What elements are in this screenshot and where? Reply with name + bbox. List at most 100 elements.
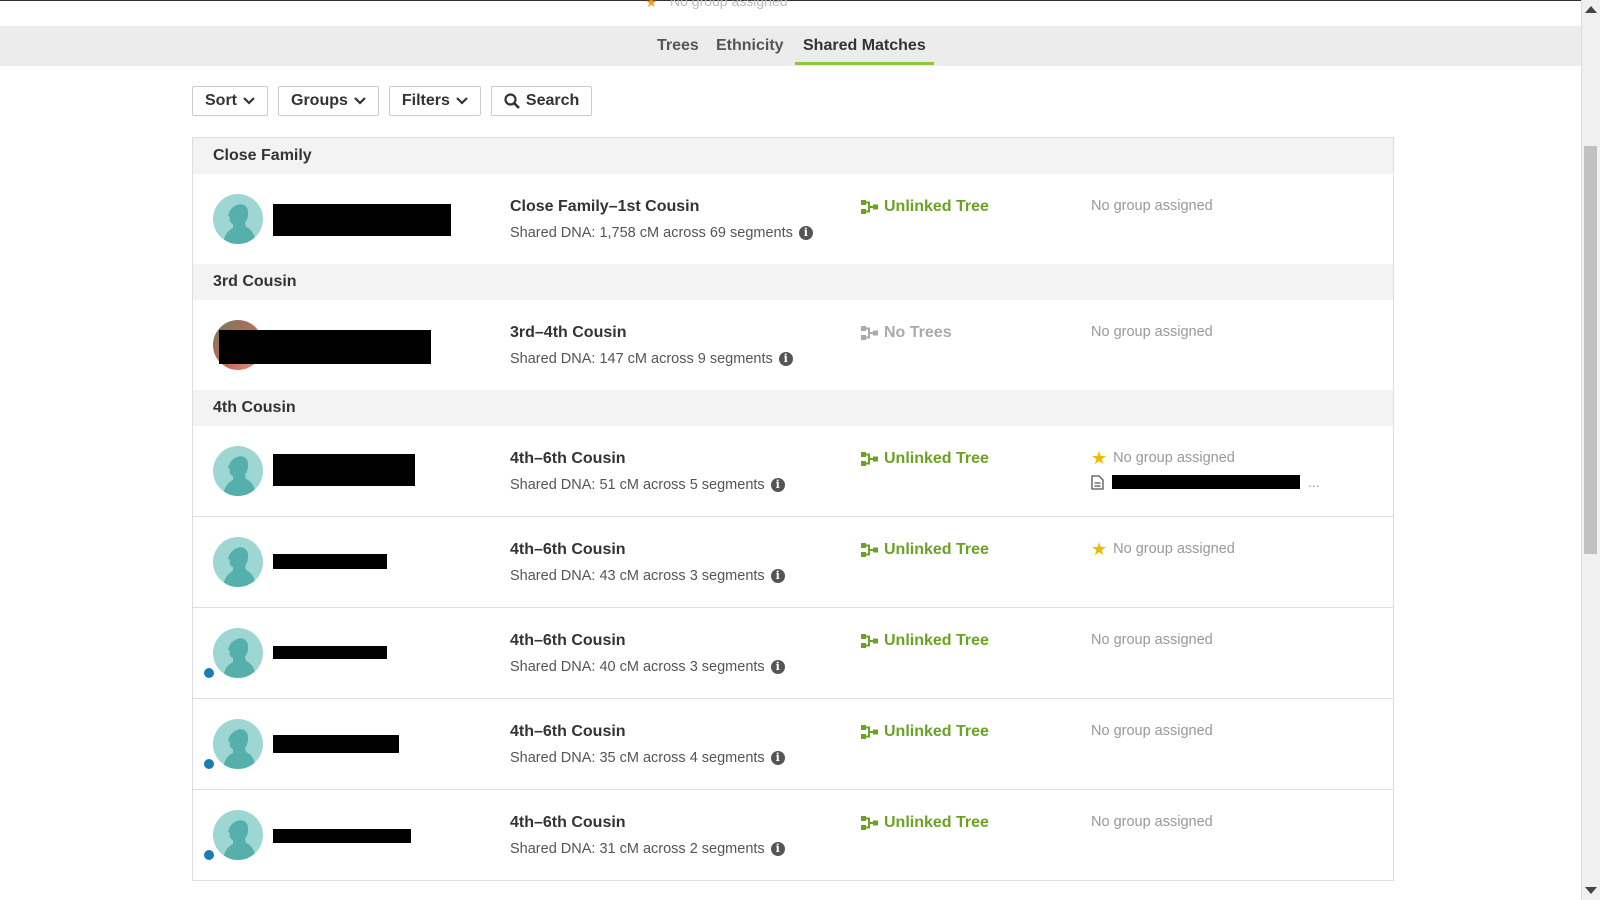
- tree-status[interactable]: Unlinked Tree: [861, 450, 989, 468]
- relationship-label[interactable]: 3rd–4th Cousin: [510, 324, 626, 342]
- person-silhouette-icon: [223, 820, 256, 860]
- relationship-label[interactable]: 4th–6th Cousin: [510, 632, 626, 650]
- info-icon[interactable]: i: [770, 842, 785, 856]
- group-label: No group assigned: [1091, 324, 1213, 340]
- relationship-label[interactable]: 4th–6th Cousin: [510, 541, 626, 559]
- tree-icon: [861, 725, 878, 739]
- new-match-dot: [204, 668, 214, 678]
- scroll-down-arrow-icon[interactable]: [1585, 887, 1597, 894]
- search-label: Search: [525, 92, 580, 109]
- tree-icon: [861, 326, 878, 340]
- group-status[interactable]: No group assigned: [1091, 814, 1213, 830]
- redacted-name: [273, 204, 451, 236]
- match-row[interactable]: 4th–6th Cousin Shared DNA: 35 cM across …: [193, 699, 1393, 790]
- tree-status[interactable]: Unlinked Tree: [861, 541, 989, 559]
- note-icon: [1091, 474, 1104, 490]
- info-icon[interactable]: i: [770, 478, 785, 492]
- shared-dna-text[interactable]: Shared DNA: 35 cM across 4 segments: [510, 750, 765, 766]
- search-icon: [504, 93, 520, 109]
- match-list: Close Family Close Family–1st Cousin Sha…: [192, 137, 1394, 881]
- tree-icon: [861, 816, 878, 830]
- info-icon[interactable]: i: [770, 751, 785, 765]
- tree-status[interactable]: Unlinked Tree: [861, 814, 989, 832]
- group-status[interactable]: ★ No group assigned: [1091, 540, 1235, 558]
- note[interactable]: ...: [1091, 474, 1320, 490]
- tab-bar: Trees Ethnicity Shared Matches: [0, 26, 1582, 66]
- section-header: Close Family: [193, 138, 1393, 174]
- section-header: 4th Cousin: [193, 390, 1393, 426]
- vertical-scrollbar[interactable]: [1581, 0, 1600, 900]
- group-status[interactable]: No group assigned: [1091, 632, 1213, 648]
- group-label: No group assigned: [1091, 198, 1213, 214]
- person-silhouette-icon: [223, 547, 256, 587]
- star-icon[interactable]: ★: [1091, 540, 1107, 558]
- avatar[interactable]: [213, 628, 263, 678]
- star-icon[interactable]: ★: [1091, 449, 1107, 467]
- shared-dna-text[interactable]: Shared DNA: 31 cM across 2 segments: [510, 841, 765, 857]
- tree-status-label: Unlinked Tree: [884, 632, 989, 649]
- shared-dna-text[interactable]: Shared DNA: 40 cM across 3 segments: [510, 659, 765, 675]
- group-status[interactable]: ★ No group assigned: [1091, 449, 1235, 467]
- chevron-down-icon: [243, 97, 255, 105]
- info-icon[interactable]: i: [798, 226, 813, 240]
- group-peek-text: No group assigned: [670, 0, 788, 9]
- avatar[interactable]: [213, 194, 263, 244]
- match-row[interactable]: 4th–6th Cousin Shared DNA: 40 cM across …: [193, 608, 1393, 699]
- avatar[interactable]: [213, 446, 263, 496]
- shared-dna: Shared DNA: 31 cM across 2 segments i: [510, 841, 785, 857]
- group-label: No group assigned: [1091, 723, 1213, 739]
- relationship-label[interactable]: 4th–6th Cousin: [510, 814, 626, 832]
- match-row[interactable]: 4th–6th Cousin Shared DNA: 31 cM across …: [193, 790, 1393, 881]
- person-silhouette-icon: [223, 638, 256, 678]
- sort-button[interactable]: Sort: [192, 86, 268, 116]
- group-label: No group assigned: [1091, 814, 1213, 830]
- group-status[interactable]: No group assigned: [1091, 723, 1213, 739]
- match-row[interactable]: 4th–6th Cousin Shared DNA: 43 cM across …: [193, 517, 1393, 608]
- info-icon[interactable]: i: [778, 352, 793, 366]
- info-icon[interactable]: i: [770, 569, 785, 583]
- match-row[interactable]: 4th–6th Cousin Shared DNA: 51 cM across …: [193, 426, 1393, 517]
- relationship-label[interactable]: Close Family–1st Cousin: [510, 198, 699, 216]
- tab-ethnicity[interactable]: Ethnicity: [716, 26, 784, 66]
- groups-label: Groups: [291, 92, 348, 109]
- shared-dna: Shared DNA: 35 cM across 4 segments i: [510, 750, 785, 766]
- shared-dna: Shared DNA: 147 cM across 9 segments i: [510, 351, 793, 367]
- avatar[interactable]: [213, 537, 263, 587]
- redacted-name: [273, 554, 387, 569]
- group-label: No group assigned: [1113, 450, 1235, 466]
- tree-icon: [861, 200, 878, 214]
- avatar[interactable]: [213, 719, 263, 769]
- group-status[interactable]: No group assigned: [1091, 324, 1213, 340]
- scroll-up-arrow-icon[interactable]: [1585, 6, 1597, 13]
- redacted-name: [273, 829, 411, 843]
- tree-status[interactable]: Unlinked Tree: [861, 198, 989, 216]
- filters-button[interactable]: Filters: [388, 86, 481, 116]
- info-icon[interactable]: i: [770, 660, 785, 674]
- search-button[interactable]: Search: [490, 86, 593, 116]
- note-ellipsis: ...: [1308, 474, 1320, 490]
- tree-icon: [861, 634, 878, 648]
- avatar[interactable]: [213, 810, 263, 860]
- scrollbar-thumb[interactable]: [1584, 146, 1597, 554]
- redacted-name: [273, 454, 415, 486]
- groups-button[interactable]: Groups: [278, 86, 379, 116]
- shared-dna: Shared DNA: 43 cM across 3 segments i: [510, 568, 785, 584]
- group-status[interactable]: No group assigned: [1091, 198, 1213, 214]
- match-row[interactable]: Close Family–1st Cousin Shared DNA: 1,75…: [193, 174, 1393, 264]
- shared-dna-text[interactable]: Shared DNA: 51 cM across 5 segments: [510, 477, 765, 493]
- new-match-dot: [204, 759, 214, 769]
- match-row[interactable]: 3rd–4th Cousin Shared DNA: 147 cM across…: [193, 300, 1393, 390]
- tree-status[interactable]: Unlinked Tree: [861, 723, 989, 741]
- relationship-label[interactable]: 4th–6th Cousin: [510, 450, 626, 468]
- shared-dna-text[interactable]: Shared DNA: 1,758 cM across 69 segments: [510, 225, 793, 241]
- shared-dna: Shared DNA: 1,758 cM across 69 segments …: [510, 225, 813, 241]
- tree-status[interactable]: Unlinked Tree: [861, 632, 989, 650]
- person-silhouette-icon: [223, 456, 256, 496]
- redacted-name: [219, 330, 431, 364]
- shared-dna-text[interactable]: Shared DNA: 43 cM across 3 segments: [510, 568, 765, 584]
- shared-dna-text[interactable]: Shared DNA: 147 cM across 9 segments: [510, 351, 773, 367]
- tab-shared-matches[interactable]: Shared Matches: [795, 26, 934, 66]
- tab-trees[interactable]: Trees: [657, 26, 699, 66]
- relationship-label[interactable]: 4th–6th Cousin: [510, 723, 626, 741]
- person-silhouette-icon: [223, 729, 256, 769]
